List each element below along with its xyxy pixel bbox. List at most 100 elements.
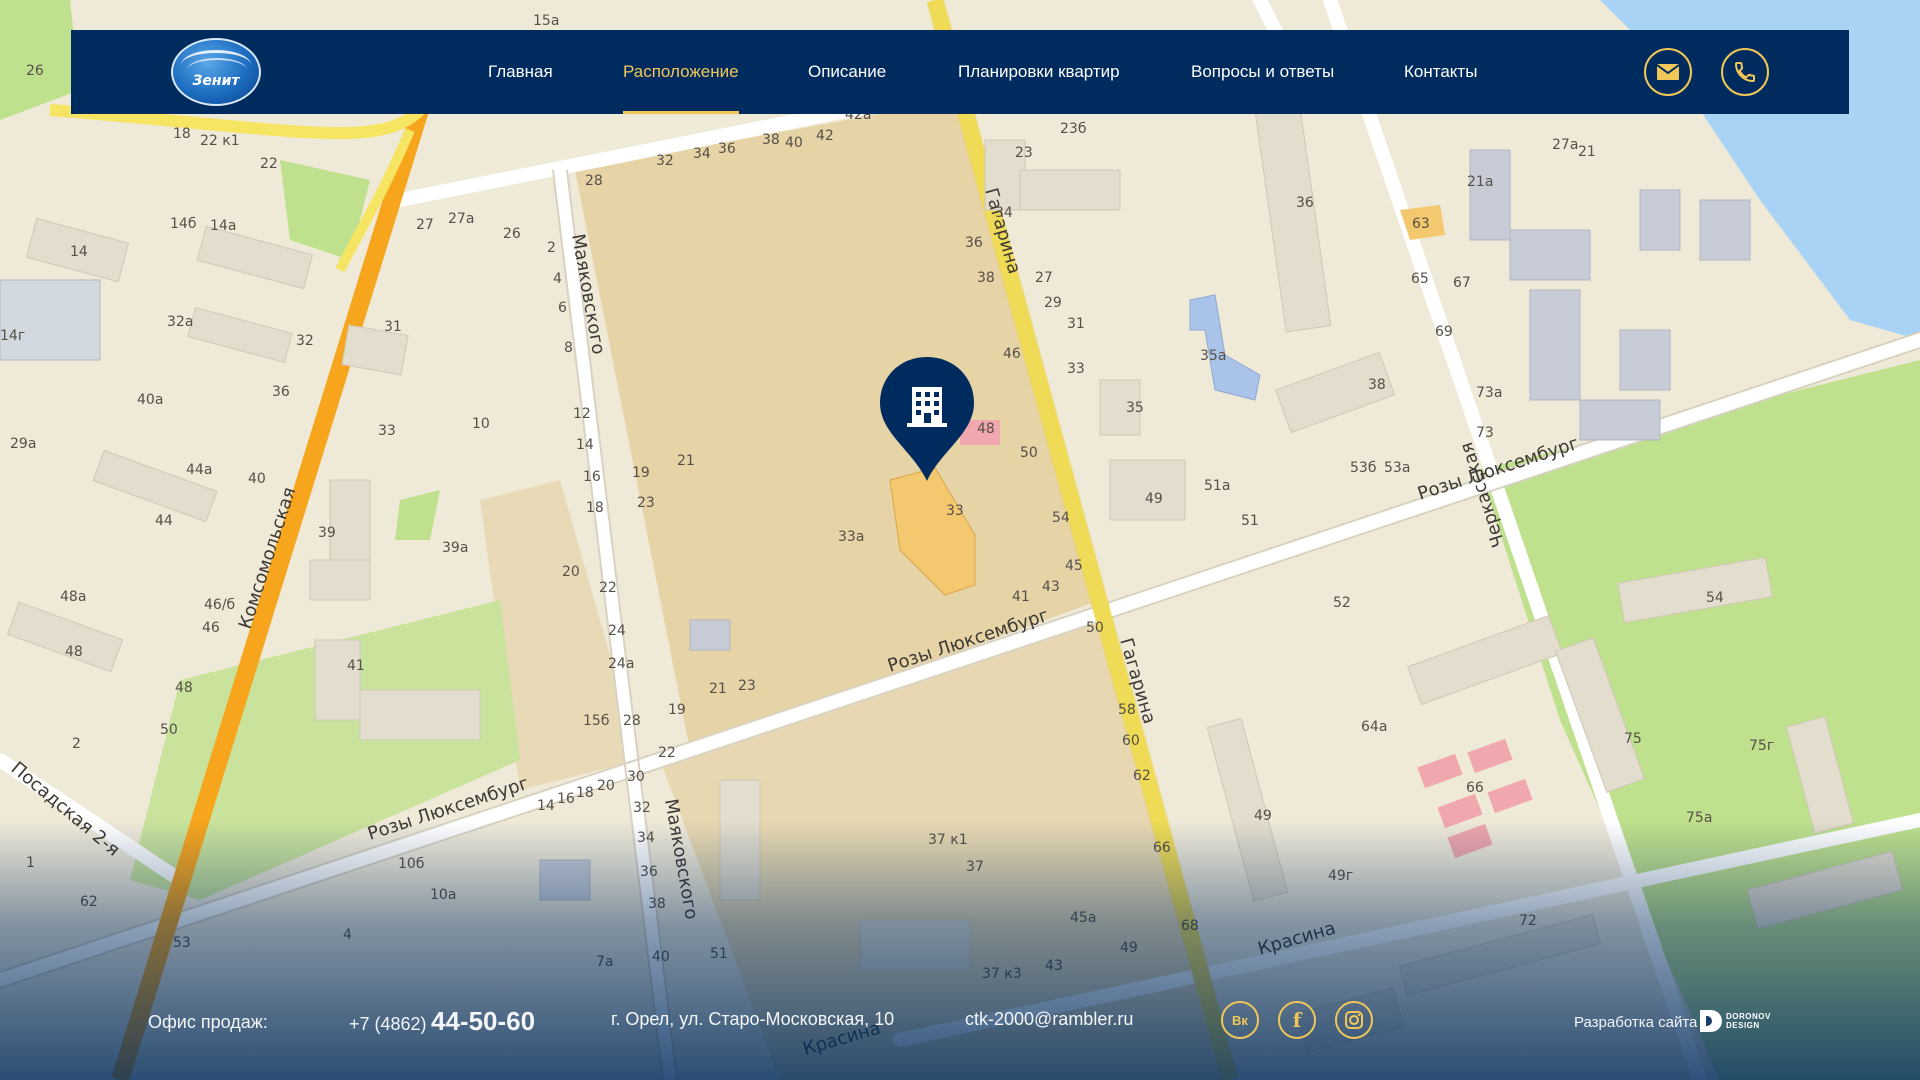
- map-location-marker[interactable]: [878, 355, 976, 483]
- svg-text:15а: 15а: [533, 13, 559, 29]
- svg-text:35а: 35а: [1200, 348, 1226, 364]
- svg-text:27: 27: [1035, 270, 1053, 286]
- svg-text:32а: 32а: [167, 314, 193, 330]
- svg-text:26: 26: [26, 63, 44, 79]
- svg-text:29: 29: [1044, 295, 1062, 311]
- svg-text:20: 20: [597, 778, 615, 794]
- svg-text:16: 16: [557, 791, 575, 807]
- svg-text:64а: 64а: [1361, 719, 1387, 735]
- svg-text:22: 22: [260, 156, 278, 172]
- doronov-design-logo[interactable]: DORONOV DESIGN: [1700, 1008, 1772, 1034]
- svg-text:73: 73: [1476, 425, 1494, 441]
- svg-text:27а: 27а: [1552, 137, 1578, 153]
- svg-text:42: 42: [816, 128, 834, 144]
- svg-text:40: 40: [785, 135, 803, 151]
- instagram-icon: [1345, 1011, 1363, 1029]
- dev-logo-line1: DORONOV: [1726, 1012, 1771, 1021]
- mail-button[interactable]: [1644, 48, 1692, 96]
- svg-text:23б: 23б: [1060, 121, 1086, 137]
- svg-text:14б: 14б: [170, 216, 196, 232]
- svg-text:65: 65: [1411, 271, 1429, 287]
- facebook-link[interactable]: f: [1278, 1001, 1316, 1039]
- svg-text:33: 33: [946, 503, 964, 519]
- svg-text:32: 32: [296, 333, 314, 349]
- svg-text:33: 33: [378, 423, 396, 439]
- svg-text:14: 14: [537, 798, 555, 814]
- email-link[interactable]: ctk-2000@rambler.ru: [965, 1009, 1133, 1030]
- facebook-icon: f: [1292, 1008, 1302, 1032]
- svg-text:2: 2: [72, 736, 81, 752]
- svg-text:45: 45: [1065, 558, 1083, 574]
- svg-text:69: 69: [1435, 324, 1453, 340]
- vk-link[interactable]: Вк: [1221, 1001, 1259, 1039]
- svg-text:38: 38: [1368, 377, 1386, 393]
- svg-text:14г: 14г: [0, 328, 25, 344]
- phone-link[interactable]: +7 (4862) 44-50-60: [349, 1006, 535, 1037]
- svg-text:53а: 53а: [1384, 460, 1410, 476]
- svg-text:27а: 27а: [448, 211, 474, 227]
- svg-text:73а: 73а: [1476, 385, 1502, 401]
- phone-button[interactable]: [1721, 48, 1769, 96]
- svg-text:16: 16: [583, 469, 601, 485]
- svg-text:41: 41: [347, 658, 365, 674]
- svg-text:33: 33: [1067, 361, 1085, 377]
- nav-item-description[interactable]: Описание: [808, 30, 886, 114]
- nav-item-location[interactable]: Расположение: [623, 30, 739, 114]
- svg-text:58: 58: [1118, 702, 1136, 718]
- svg-text:48: 48: [175, 680, 193, 696]
- svg-text:36: 36: [1296, 195, 1314, 211]
- svg-text:18: 18: [586, 500, 604, 516]
- svg-text:50: 50: [1020, 445, 1038, 461]
- instagram-link[interactable]: [1335, 1001, 1373, 1039]
- developer-credit: Разработка сайта -: [1574, 1014, 1707, 1031]
- nav-item-contacts[interactable]: Контакты: [1404, 30, 1477, 114]
- svg-text:48: 48: [977, 421, 995, 437]
- svg-text:51: 51: [1241, 513, 1259, 529]
- svg-text:52: 52: [1333, 595, 1351, 611]
- svg-text:49: 49: [1145, 491, 1163, 507]
- svg-text:22 к1: 22 к1: [200, 133, 240, 149]
- svg-text:33а: 33а: [838, 529, 864, 545]
- svg-text:75г: 75г: [1749, 738, 1774, 754]
- phone-number: 44-50-60: [431, 1006, 536, 1036]
- svg-text:53б: 53б: [1350, 460, 1376, 476]
- svg-text:21а: 21а: [1467, 174, 1493, 190]
- svg-text:32: 32: [633, 800, 651, 816]
- svg-text:66: 66: [1466, 780, 1484, 796]
- svg-text:10: 10: [472, 416, 490, 432]
- nav-item-home[interactable]: Главная: [488, 30, 553, 114]
- svg-text:21: 21: [1578, 144, 1596, 160]
- svg-text:18: 18: [576, 785, 594, 801]
- mail-icon: [1656, 64, 1680, 80]
- top-navbar: Зенит Главная Расположение Описание План…: [71, 30, 1849, 114]
- main-nav: Главная Расположение Описание Планировки…: [71, 30, 1849, 114]
- svg-text:34: 34: [693, 146, 711, 162]
- svg-text:31: 31: [1067, 316, 1085, 332]
- svg-text:38: 38: [762, 132, 780, 148]
- svg-text:50: 50: [160, 722, 178, 738]
- office-label: Офис продаж:: [148, 1012, 268, 1032]
- svg-text:23: 23: [637, 495, 655, 511]
- svg-text:48: 48: [65, 644, 83, 660]
- svg-text:24а: 24а: [608, 656, 634, 672]
- svg-text:54: 54: [1052, 510, 1070, 526]
- svg-text:63: 63: [1412, 216, 1430, 232]
- svg-text:38: 38: [977, 270, 995, 286]
- svg-text:21: 21: [709, 681, 727, 697]
- svg-text:23: 23: [1015, 145, 1033, 161]
- svg-text:48а: 48а: [60, 589, 86, 605]
- svg-text:15б: 15б: [583, 713, 609, 729]
- svg-text:14а: 14а: [210, 218, 236, 234]
- address: г. Орел, ул. Старо-Московская, 10: [611, 1009, 895, 1029]
- svg-text:46/б: 46/б: [204, 597, 235, 613]
- svg-text:29а: 29а: [10, 436, 36, 452]
- nav-item-faq[interactable]: Вопросы и ответы: [1191, 30, 1334, 114]
- svg-text:51а: 51а: [1204, 478, 1230, 494]
- svg-text:31: 31: [384, 319, 402, 335]
- svg-text:23: 23: [738, 678, 756, 694]
- svg-text:75: 75: [1624, 731, 1642, 747]
- svg-text:30: 30: [627, 769, 645, 785]
- svg-text:28: 28: [585, 173, 603, 189]
- svg-text:43: 43: [1042, 579, 1060, 595]
- nav-item-floor-plans[interactable]: Планировки квартир: [958, 30, 1120, 114]
